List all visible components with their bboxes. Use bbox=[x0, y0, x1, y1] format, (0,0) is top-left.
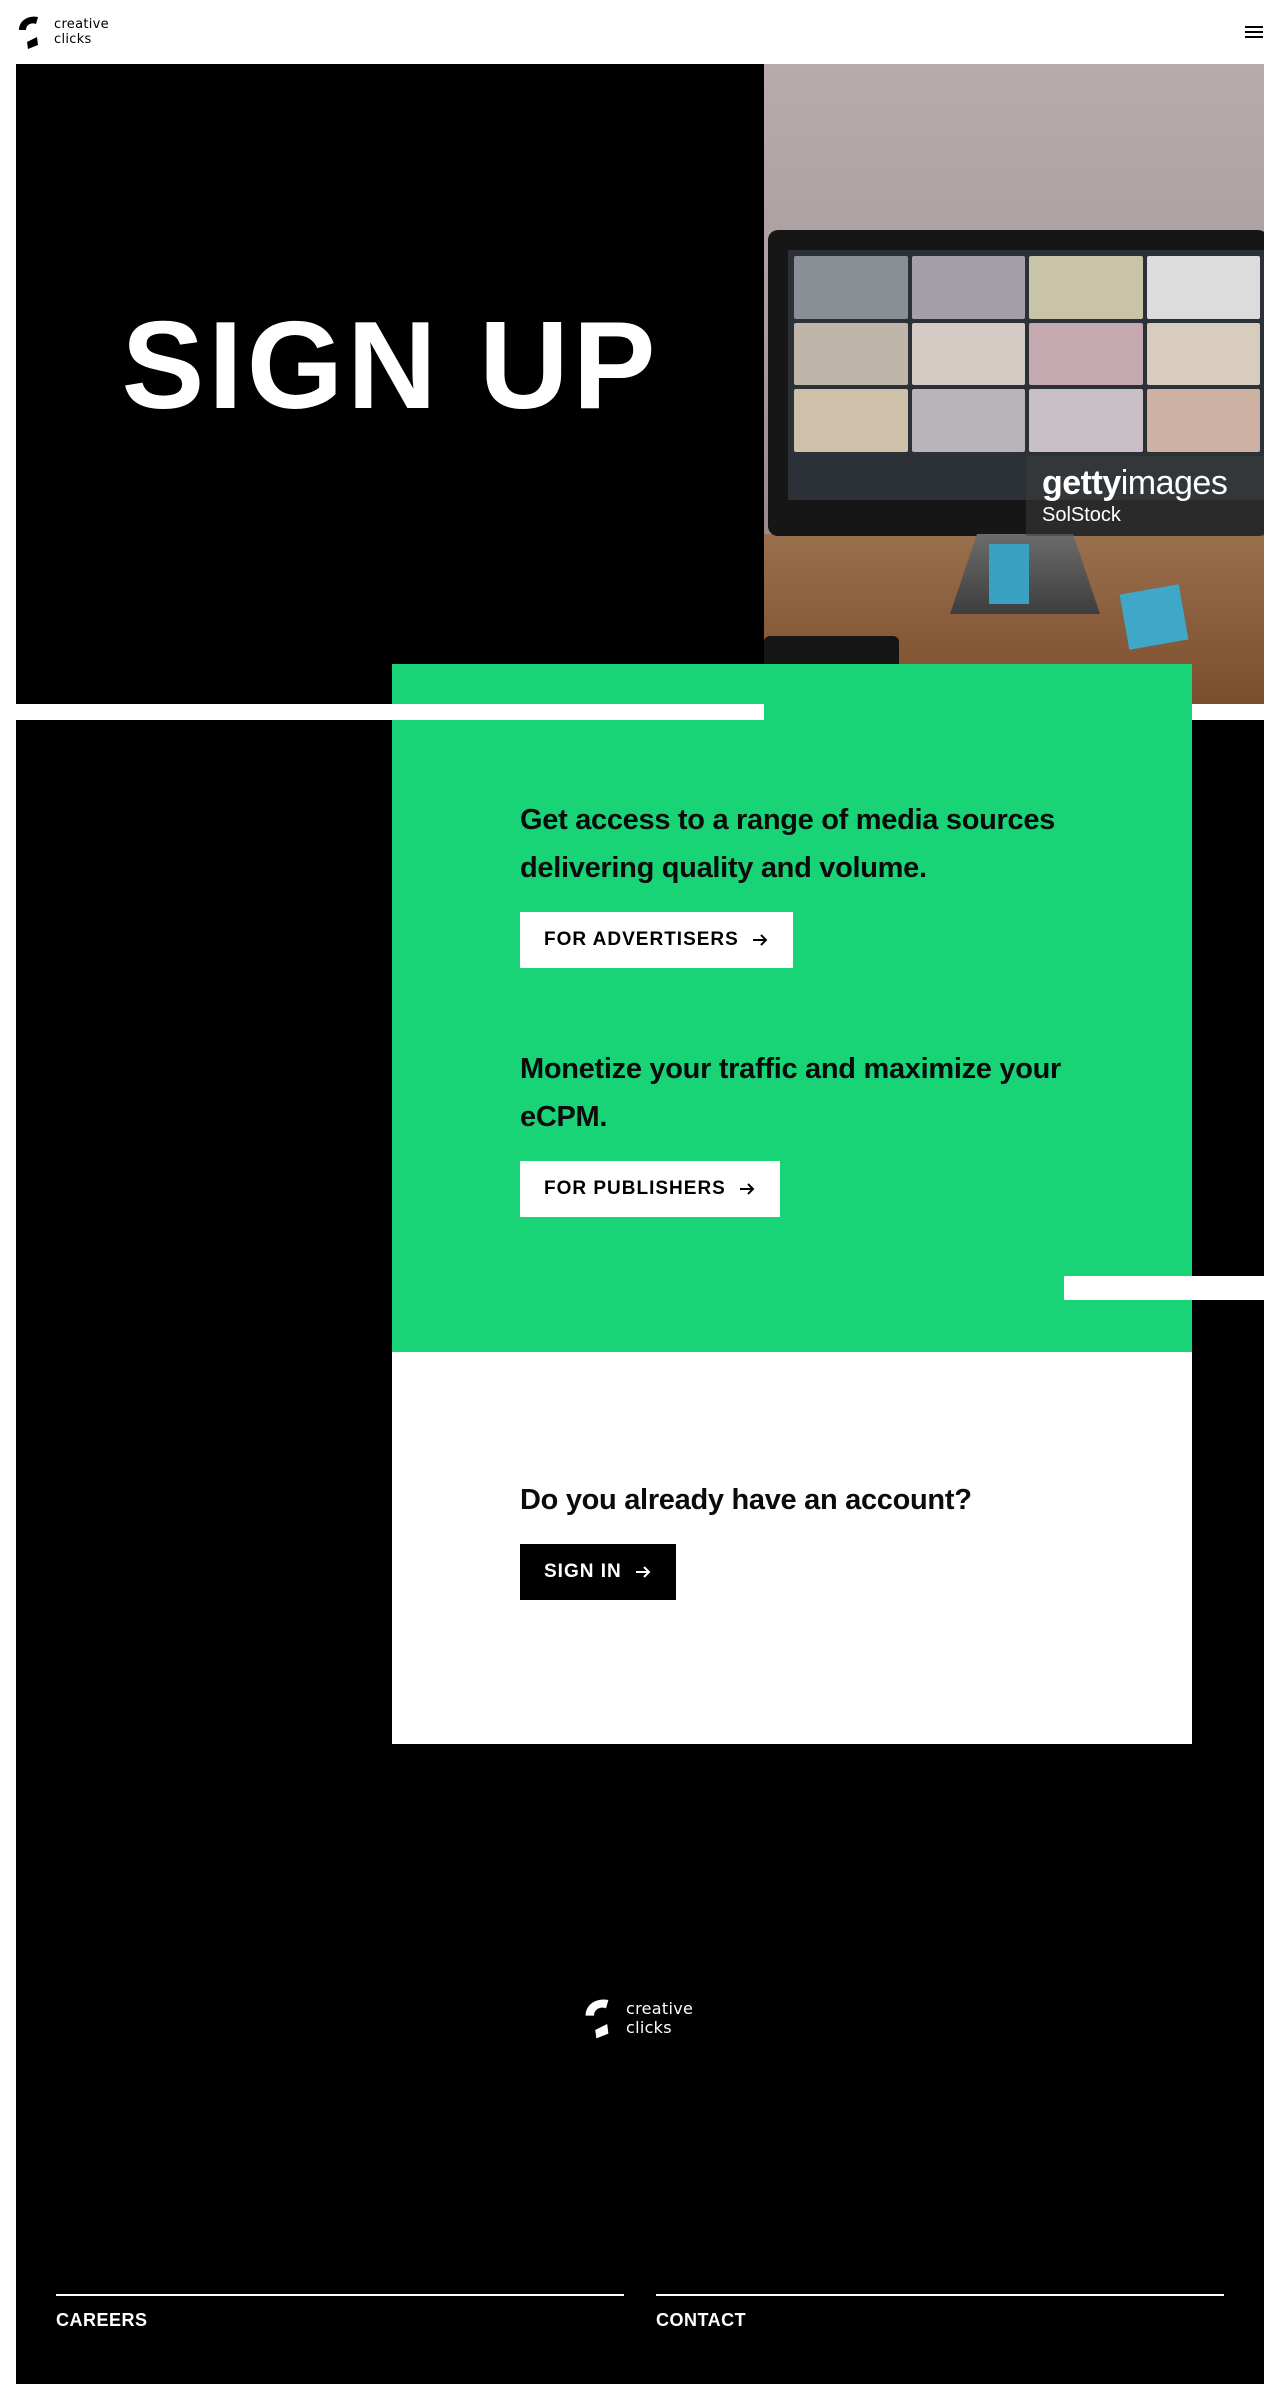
page: creative clicks SIGN UP gettyimages SolS… bbox=[0, 0, 1280, 2400]
sign-in-label: SIGN IN bbox=[544, 1561, 622, 1582]
site-logo[interactable]: creative clicks bbox=[16, 14, 109, 50]
publishers-block: Monetize your traffic and maximize your … bbox=[520, 1045, 1080, 1217]
for-publishers-button[interactable]: FOR PUBLISHERS bbox=[520, 1161, 780, 1217]
watermark-brand-bold: getty bbox=[1042, 464, 1121, 502]
footer-link-careers[interactable]: CAREERS bbox=[56, 2294, 624, 2331]
advertisers-block: Get access to a range of media sources d… bbox=[520, 796, 1080, 968]
image-watermark: gettyimages SolStock bbox=[1026, 456, 1264, 536]
account-block: Do you already have an account? SIGN IN bbox=[520, 1476, 1080, 1600]
for-publishers-label: FOR PUBLISHERS bbox=[544, 1178, 726, 1199]
logo-mark-icon bbox=[585, 1999, 609, 2039]
footer-link-contact[interactable]: CONTACT bbox=[656, 2294, 1224, 2331]
hero-section: SIGN UP bbox=[16, 64, 765, 704]
arrow-right-icon bbox=[635, 1566, 651, 1578]
publishers-heading: Monetize your traffic and maximize your … bbox=[520, 1053, 1062, 1133]
sign-in-button[interactable]: SIGN IN bbox=[520, 1544, 676, 1600]
arrow-right-icon bbox=[739, 1183, 755, 1195]
logo-line-1: creative bbox=[54, 17, 109, 32]
footer-nav: CAREERS CONTACT bbox=[56, 2294, 1224, 2331]
hero-image: gettyimages SolStock bbox=[764, 64, 1264, 704]
footer-wordmark: creative clicks bbox=[626, 1999, 693, 2037]
footer-logo[interactable]: creative clicks bbox=[582, 1996, 693, 2040]
watermark-brand-light: images bbox=[1120, 464, 1228, 502]
green-card-gap bbox=[392, 704, 764, 720]
account-heading: Do you already have an account? bbox=[520, 1484, 972, 1516]
logo-wordmark: creative clicks bbox=[54, 17, 109, 47]
logo-line-2: clicks bbox=[54, 32, 92, 47]
for-advertisers-button[interactable]: FOR ADVERTISERS bbox=[520, 912, 793, 968]
signin-card: Do you already have an account? SIGN IN bbox=[392, 1352, 1192, 1744]
footer-logo-line-2: clicks bbox=[626, 2018, 672, 2037]
advertisers-heading: Get access to a range of media sources d… bbox=[520, 804, 1055, 884]
watermark-credit: SolStock bbox=[1042, 504, 1121, 526]
footer-logo-line-1: creative bbox=[626, 1999, 694, 2018]
signup-options-card: Get access to a range of media sources d… bbox=[392, 664, 1192, 1352]
video-call-grid bbox=[794, 256, 1260, 452]
logo-mark-icon bbox=[19, 16, 38, 49]
site-header: creative clicks bbox=[0, 0, 1280, 64]
hamburger-menu-icon[interactable] bbox=[1240, 20, 1268, 44]
for-advertisers-label: FOR ADVERTISERS bbox=[544, 929, 739, 950]
decorative-white-bar bbox=[1064, 1276, 1264, 1300]
arrow-right-icon bbox=[752, 934, 768, 946]
page-title: SIGN UP bbox=[121, 297, 660, 435]
